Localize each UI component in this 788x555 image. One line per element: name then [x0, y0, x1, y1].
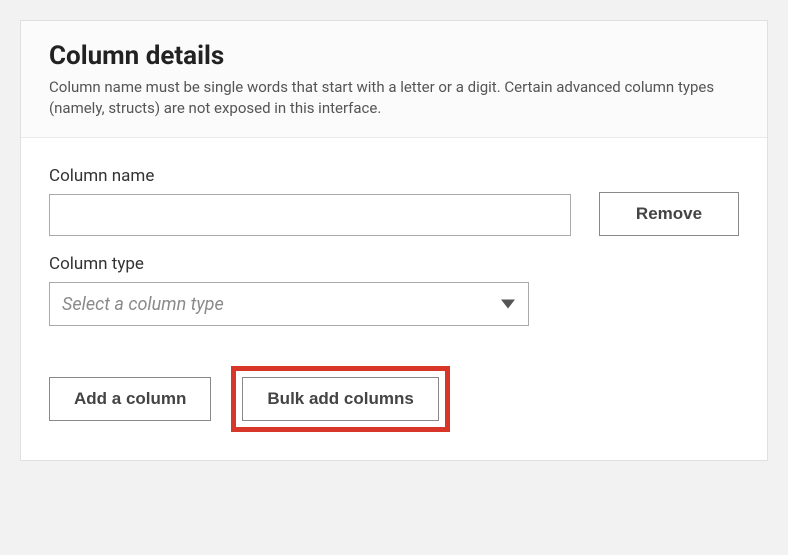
add-column-button[interactable]: Add a column — [49, 377, 211, 421]
panel-body: Column name Remove Column type Select a … — [21, 138, 767, 460]
actions-row: Add a column Bulk add columns — [49, 366, 739, 432]
column-name-input[interactable] — [49, 194, 571, 236]
column-name-group: Column name — [49, 166, 571, 236]
column-name-row: Column name Remove — [49, 166, 739, 236]
column-type-select[interactable]: Select a column type — [49, 282, 529, 326]
column-type-placeholder: Select a column type — [49, 282, 529, 326]
column-type-group: Column type Select a column type — [49, 254, 739, 326]
remove-button[interactable]: Remove — [599, 192, 739, 236]
highlight-annotation: Bulk add columns — [231, 366, 449, 432]
column-type-label: Column type — [49, 254, 739, 274]
bulk-add-columns-button[interactable]: Bulk add columns — [242, 377, 438, 421]
panel-header: Column details Column name must be singl… — [21, 21, 767, 138]
panel-title: Column details — [49, 41, 739, 71]
column-name-label: Column name — [49, 166, 571, 186]
column-details-panel: Column details Column name must be singl… — [20, 20, 768, 461]
panel-subtitle: Column name must be single words that st… — [49, 77, 739, 119]
